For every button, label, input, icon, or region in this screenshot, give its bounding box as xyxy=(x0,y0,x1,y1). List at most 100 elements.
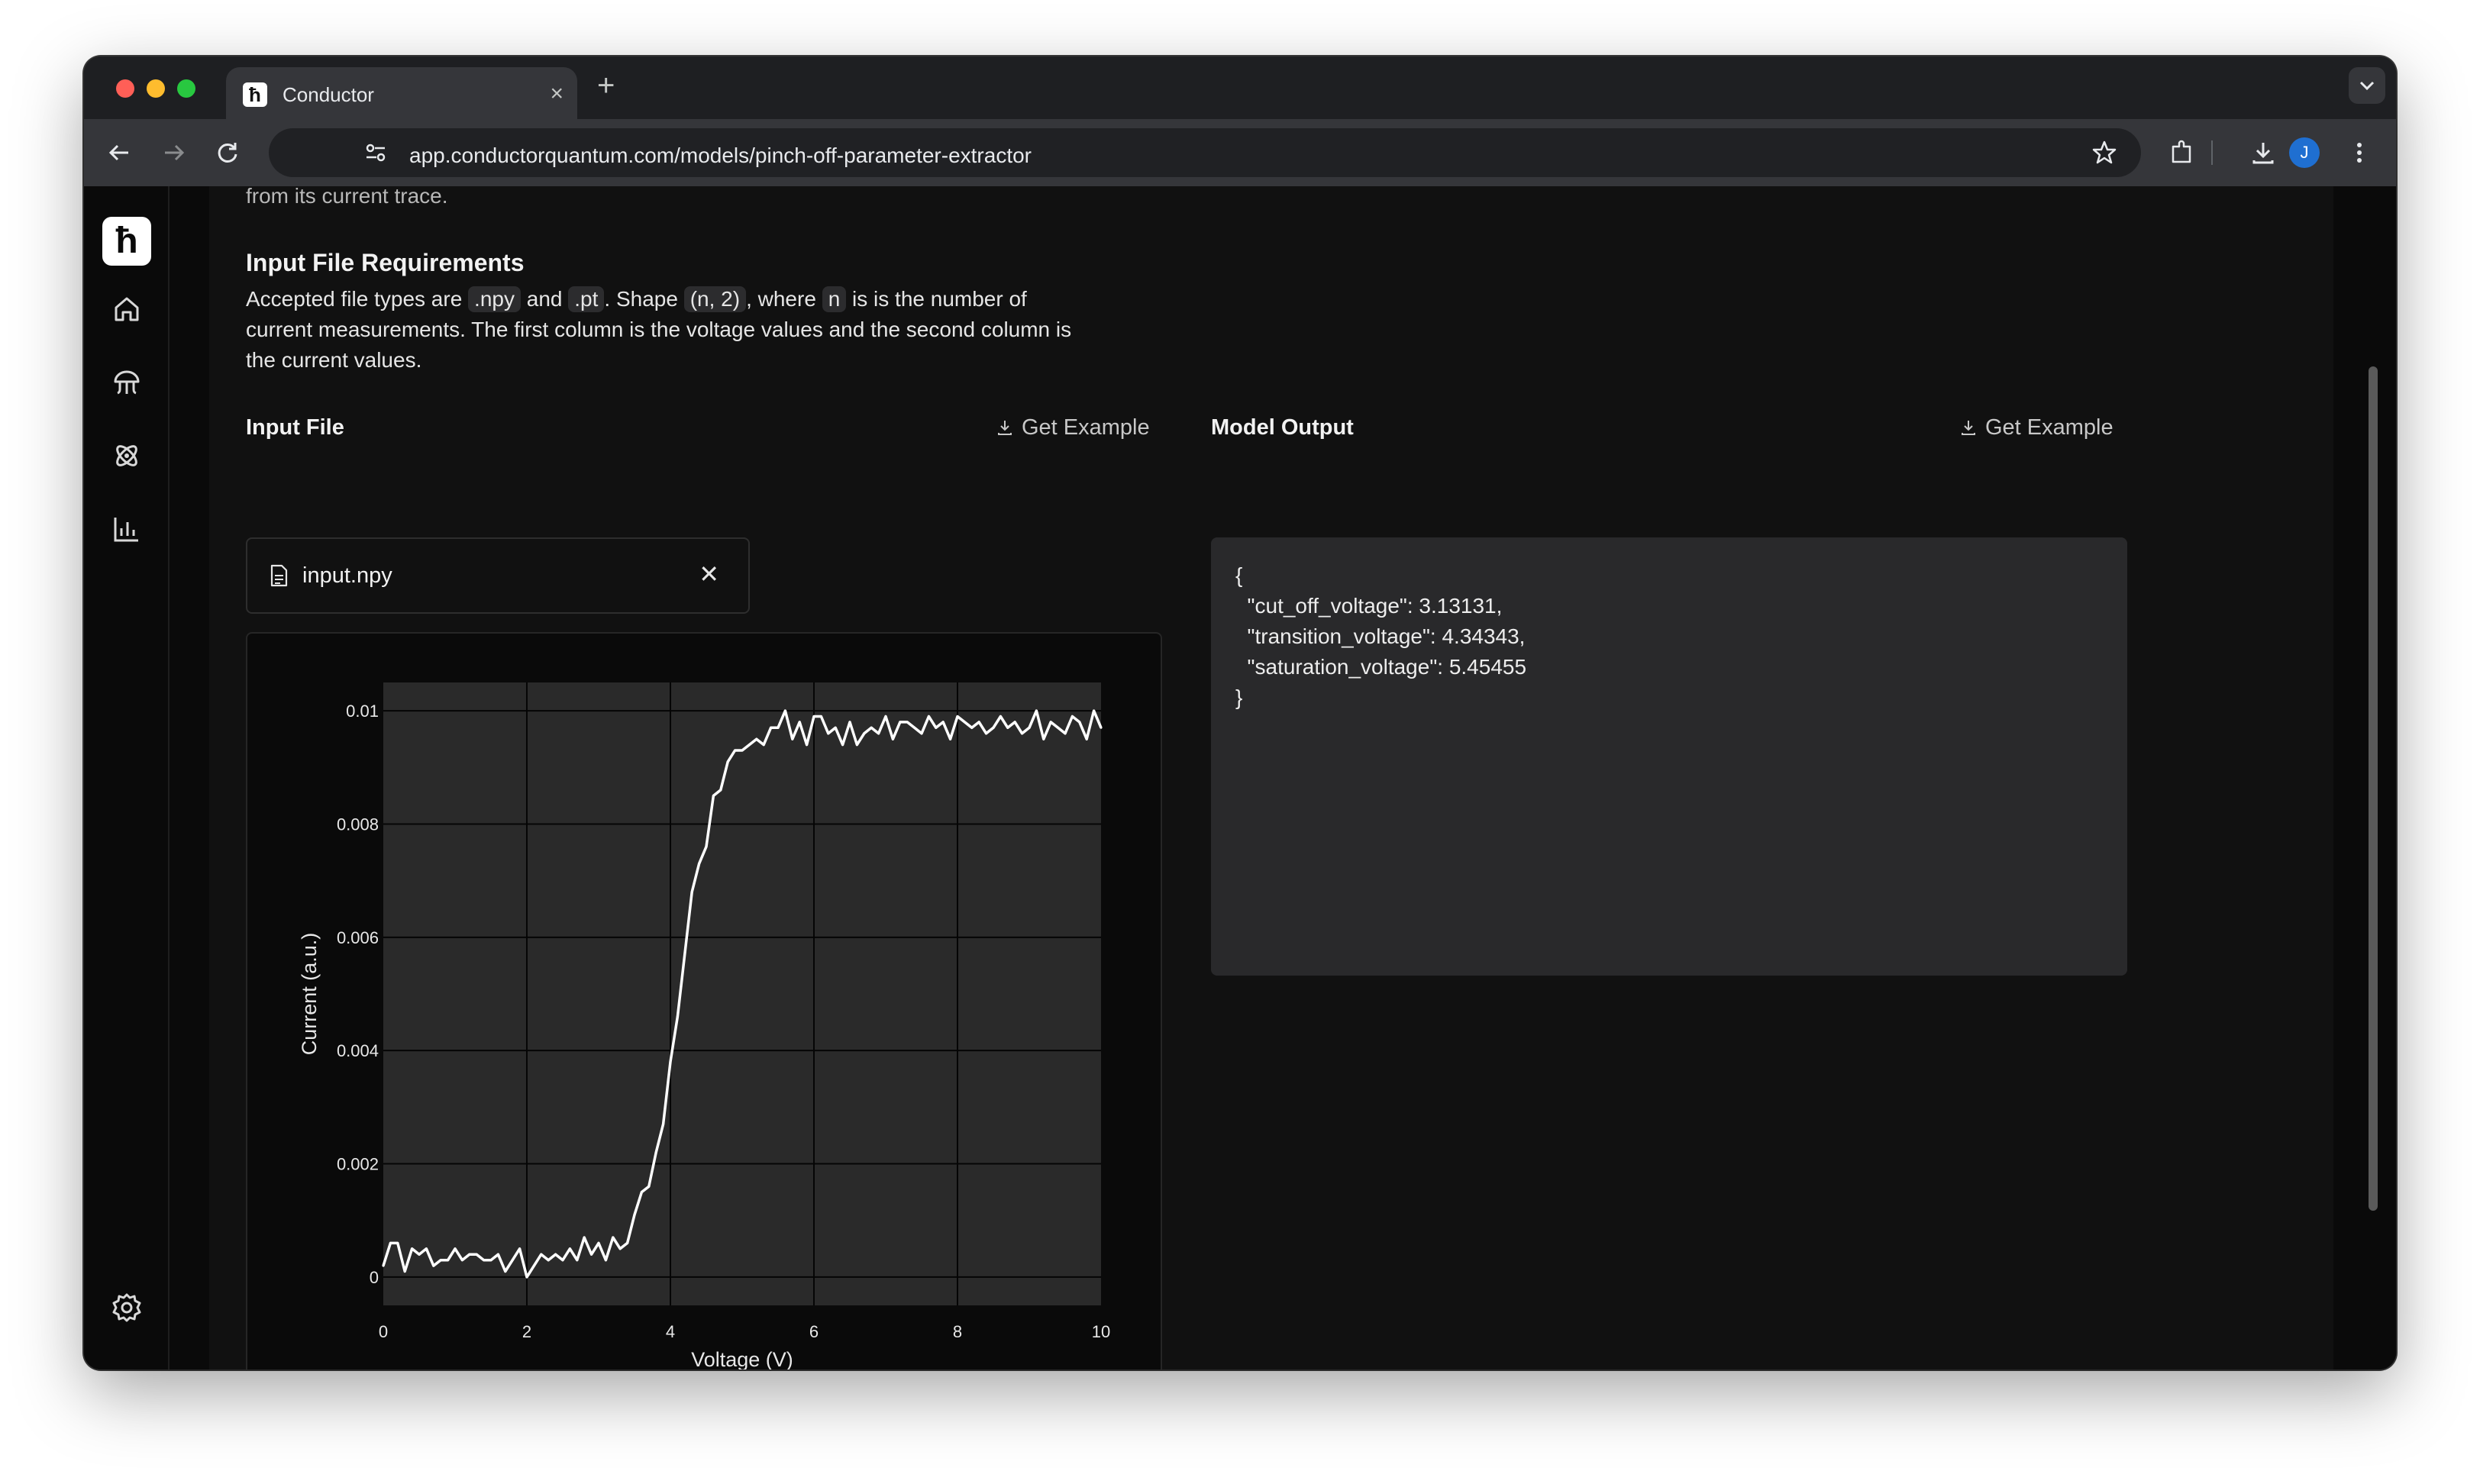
data-point xyxy=(1078,721,1081,724)
data-point xyxy=(798,721,801,724)
data-point xyxy=(640,1191,643,1194)
profile-avatar[interactable]: J xyxy=(2289,137,2320,168)
data-point xyxy=(806,744,809,747)
x-tick-label: 0 xyxy=(379,1322,388,1341)
data-point xyxy=(834,726,837,729)
data-point xyxy=(411,1247,414,1250)
data-point xyxy=(647,1185,651,1188)
site-settings-icon[interactable] xyxy=(362,139,389,166)
req-text-1: Accepted file types are xyxy=(246,287,469,311)
x-tick-labels: 0 2 4 6 8 10 xyxy=(379,1322,1110,1341)
data-point xyxy=(540,1253,543,1256)
data-point xyxy=(1042,737,1045,740)
chevron-down-icon xyxy=(2359,81,2375,91)
forward-icon[interactable] xyxy=(160,139,188,166)
gear-icon[interactable] xyxy=(111,1292,143,1324)
x-tick-label: 2 xyxy=(522,1322,531,1341)
code-npy: .npy xyxy=(468,286,521,312)
x-axis-label: Voltage (V) xyxy=(691,1348,793,1369)
model-output-label: Model Output xyxy=(1211,415,1354,440)
data-point xyxy=(690,891,693,893)
data-point xyxy=(496,1253,499,1256)
atom-icon[interactable] xyxy=(111,440,143,472)
back-icon[interactable] xyxy=(105,139,133,166)
data-point xyxy=(870,726,873,729)
requirements-heading: Input File Requirements xyxy=(246,249,525,276)
bookmark-star-icon[interactable] xyxy=(2091,139,2118,166)
file-name: input.npy xyxy=(302,563,392,588)
data-point xyxy=(626,1241,629,1244)
new-tab-button[interactable]: + xyxy=(597,70,615,101)
tab-strip: ħ Conductor × + xyxy=(84,56,2396,121)
data-point xyxy=(913,726,916,729)
download-icon[interactable] xyxy=(2249,139,2277,166)
data-point xyxy=(439,1259,442,1262)
data-point xyxy=(483,1259,486,1262)
data-point xyxy=(1021,732,1024,735)
data-point xyxy=(1070,715,1074,718)
data-point xyxy=(985,732,988,735)
data-point xyxy=(662,1123,665,1126)
data-point xyxy=(604,1259,607,1262)
data-point xyxy=(1100,726,1103,729)
bar-chart-icon[interactable] xyxy=(111,513,143,545)
maximize-window-button[interactable] xyxy=(177,79,195,98)
scrollbar-thumb[interactable] xyxy=(2369,366,2378,1211)
data-point xyxy=(770,726,773,729)
home-icon[interactable] xyxy=(111,293,143,325)
y-tick-label: 0 xyxy=(370,1268,379,1287)
data-point xyxy=(884,715,887,718)
data-point xyxy=(705,845,708,848)
minimize-window-button[interactable] xyxy=(147,79,165,98)
address-bar[interactable]: app.conductorquantum.com/models/pinch-of… xyxy=(269,128,2141,177)
data-point xyxy=(518,1247,522,1250)
requirements-text: Accepted file types are .npy and .pt. Sh… xyxy=(246,284,1086,376)
y-axis-label: Current (a.u.) xyxy=(298,933,321,1056)
sidebar: ħ xyxy=(84,186,170,1369)
data-point xyxy=(741,749,744,752)
data-point xyxy=(468,1253,471,1256)
output-get-example-link[interactable]: Get Example xyxy=(1959,414,2113,441)
data-point xyxy=(612,1236,615,1239)
data-point xyxy=(504,1270,507,1273)
data-point xyxy=(726,760,729,763)
data-point xyxy=(561,1259,564,1262)
jellyfish-icon[interactable] xyxy=(111,366,143,398)
data-point xyxy=(1035,709,1038,712)
data-point xyxy=(977,721,980,724)
tab-search-button[interactable] xyxy=(2349,67,2385,104)
input-file-label: Input File xyxy=(246,415,344,440)
close-window-button[interactable] xyxy=(116,79,134,98)
tab-conductor[interactable]: ħ Conductor × xyxy=(226,67,577,121)
get-example-label: Get Example xyxy=(1022,415,1150,440)
data-point xyxy=(812,715,815,718)
data-point xyxy=(403,1270,406,1273)
extensions-icon[interactable] xyxy=(2168,139,2196,166)
x-tick-label: 8 xyxy=(953,1322,962,1341)
get-example-label: Get Example xyxy=(1985,415,2113,440)
x-tick-label: 10 xyxy=(1092,1322,1110,1341)
data-point xyxy=(935,726,938,729)
data-point xyxy=(712,794,715,797)
data-point xyxy=(927,715,930,718)
model-output-json: { "cut_off_voltage": 3.13131, "transitio… xyxy=(1235,563,1527,709)
data-point xyxy=(418,1253,421,1256)
remove-file-icon[interactable]: ✕ xyxy=(699,560,719,588)
data-point xyxy=(525,1276,528,1279)
file-icon xyxy=(270,564,288,587)
tab-close-icon[interactable]: × xyxy=(550,81,563,107)
req-text-2: and xyxy=(520,287,569,311)
data-point xyxy=(777,726,780,729)
uploaded-file[interactable]: input.npy ✕ xyxy=(246,537,750,614)
conductor-logo-icon[interactable]: ħ xyxy=(102,217,151,266)
data-point xyxy=(762,744,765,747)
y-tick-labels: 0 0.002 0.004 0.006 0.008 0.01 xyxy=(337,702,379,1287)
tab-title: Conductor xyxy=(283,83,374,106)
more-menu-icon[interactable] xyxy=(2346,139,2373,166)
data-point xyxy=(425,1247,428,1250)
data-point xyxy=(920,732,923,735)
data-point xyxy=(676,1015,679,1018)
browser-toolbar: app.conductorquantum.com/models/pinch-of… xyxy=(84,119,2396,186)
input-get-example-link[interactable]: Get Example xyxy=(996,414,1150,441)
reload-icon[interactable] xyxy=(214,139,241,166)
